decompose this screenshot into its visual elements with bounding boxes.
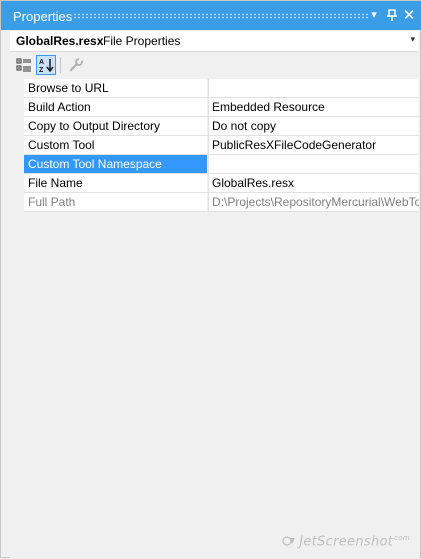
selected-object-name: GlobalRes.resx (16, 34, 104, 48)
object-selector-dropdown[interactable]: GlobalRes.resx File Properties ▾ (10, 31, 419, 52)
window-position-dropdown-button[interactable]: ▾ (367, 7, 381, 23)
properties-panel: Properties ▾ ✕ GlobalRes.resx File Prope… (0, 0, 421, 559)
dropdown-arrow-icon: ▾ (371, 8, 377, 21)
row-margin (10, 193, 24, 212)
property-row[interactable]: File Name GlobalRes.resx (10, 174, 419, 193)
property-value[interactable]: GlobalRes.resx (208, 174, 419, 192)
property-pages-button[interactable] (66, 55, 86, 75)
drag-grip[interactable] (73, 13, 368, 19)
property-name[interactable]: Build Action (24, 98, 207, 116)
svg-text:A: A (39, 59, 44, 66)
chevron-down-icon: ▾ (410, 34, 415, 44)
categorized-button[interactable] (14, 55, 34, 75)
alphabetical-button[interactable]: A Z (36, 55, 56, 75)
row-margin (10, 136, 24, 155)
property-value[interactable]: PublicResXFileCodeGenerator (208, 136, 419, 154)
row-margin (10, 174, 24, 193)
close-button[interactable]: ✕ (402, 7, 416, 23)
property-row[interactable]: Build Action Embedded Resource (10, 98, 419, 117)
property-value[interactable]: Do not copy (208, 117, 419, 135)
property-value[interactable]: Embedded Resource (208, 98, 419, 116)
property-name[interactable]: Browse to URL (24, 79, 207, 97)
selected-object-type: File Properties (103, 34, 181, 48)
property-name[interactable]: Copy to Output Directory (24, 117, 207, 135)
property-grid: Browse to URL Build Action Embedded Reso… (10, 79, 419, 559)
auto-hide-pin-button[interactable] (385, 7, 399, 23)
watermark-superscript: com (394, 533, 410, 542)
property-row[interactable]: Custom Tool PublicResXFileCodeGenerator (10, 136, 419, 155)
row-margin (10, 79, 24, 98)
property-name[interactable]: Full Path (24, 193, 207, 211)
row-margin (10, 155, 24, 174)
property-row-selected[interactable]: Custom Tool Namespace (10, 155, 419, 174)
wrench-icon (69, 58, 83, 72)
property-row[interactable]: Copy to Output Directory Do not copy (10, 117, 419, 136)
properties-toolbar: A Z (10, 53, 419, 77)
row-margin (10, 98, 24, 117)
svg-text:Z: Z (39, 67, 44, 73)
sort-alphabetical-icon: A Z (39, 59, 54, 73)
title-bar[interactable]: Properties ▾ ✕ (1, 1, 421, 30)
property-name[interactable]: Custom Tool (24, 136, 207, 154)
property-name[interactable]: File Name (24, 174, 207, 192)
pin-icon (387, 9, 397, 21)
toolbar-separator (60, 57, 61, 73)
watermark-text: JetScreenshot (299, 534, 394, 549)
property-value[interactable] (208, 155, 419, 173)
watermark-logo-icon (282, 536, 296, 546)
categorized-icon (16, 58, 31, 72)
watermark: JetScreenshotcom (282, 534, 410, 549)
property-name[interactable]: Custom Tool Namespace (24, 155, 207, 173)
close-icon: ✕ (402, 6, 416, 24)
property-row-readonly[interactable]: Full Path D:\Projects\RepositoryMercuria… (10, 193, 419, 212)
property-row[interactable]: Browse to URL (10, 79, 419, 98)
property-value[interactable] (208, 79, 419, 97)
property-value[interactable]: D:\Projects\RepositoryMercurial\WebTools (208, 193, 419, 211)
row-margin (10, 117, 24, 136)
window-title: Properties (13, 9, 73, 24)
